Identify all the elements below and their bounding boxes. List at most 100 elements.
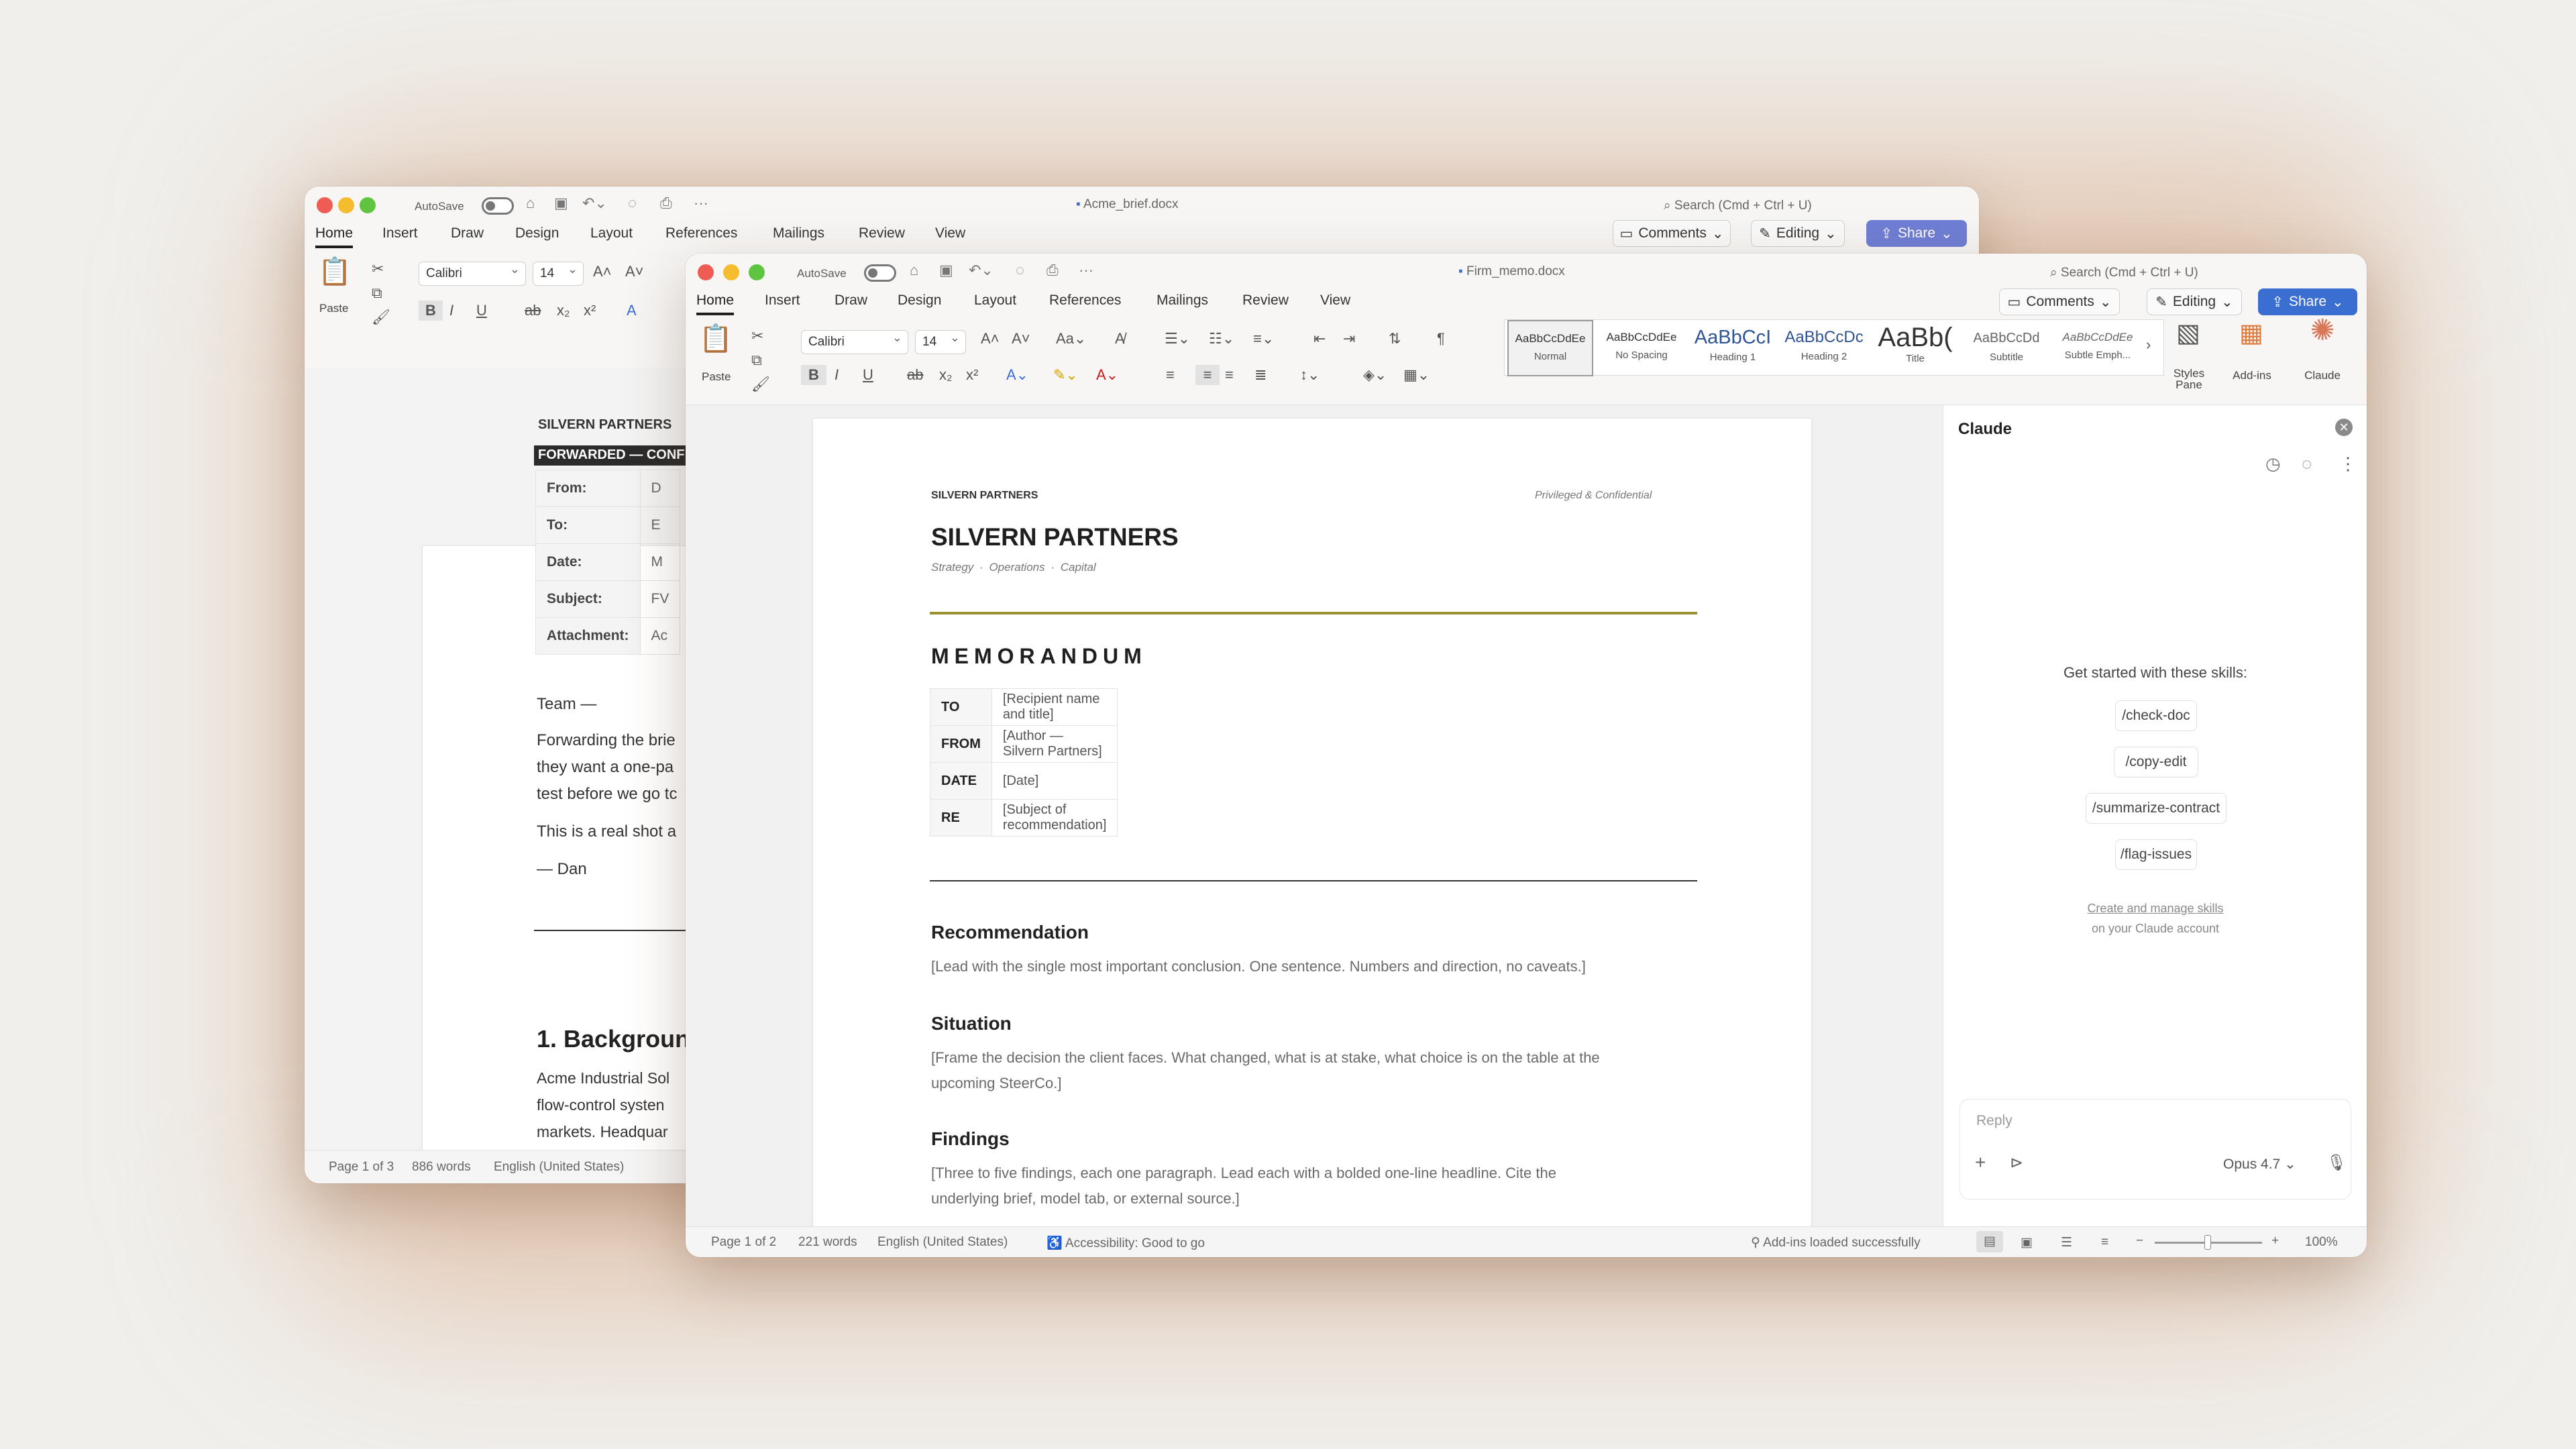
- shrink-font-icon[interactable]: A˅: [625, 262, 644, 282]
- tab-layout[interactable]: Layout: [590, 225, 633, 241]
- word-count[interactable]: 886 words: [412, 1160, 471, 1175]
- skills-icon[interactable]: ⊳: [2010, 1153, 2023, 1173]
- outline-view-icon[interactable]: ☰: [2061, 1235, 2072, 1250]
- clear-formatting-icon[interactable]: A̸: [1115, 329, 1125, 349]
- tab-design[interactable]: Design: [515, 225, 559, 241]
- more-icon[interactable]: ···: [694, 195, 708, 212]
- tab-home[interactable]: Home: [696, 292, 735, 315]
- chevron-right-icon[interactable]: ›: [2146, 336, 2151, 354]
- align-right-icon[interactable]: ≡: [1225, 365, 1234, 385]
- align-left-icon[interactable]: ≡: [1166, 365, 1175, 385]
- undo-icon[interactable]: ↶⌄: [969, 262, 994, 279]
- strikethrough-icon[interactable]: ab: [525, 301, 541, 321]
- page-count[interactable]: Page 1 of 2: [711, 1235, 776, 1250]
- highlight-icon[interactable]: ✎⌄: [1053, 365, 1078, 385]
- copy-icon[interactable]: ⧉: [372, 283, 382, 303]
- editing-button[interactable]: ✎ Editing ⌄: [1751, 220, 1845, 247]
- search-box[interactable]: ⌕ Search (Cmd + Ctrl + U): [2050, 266, 2198, 280]
- tab-references[interactable]: References: [1049, 292, 1121, 309]
- section-line[interactable]: [Frame the decision the client faces. Wh…: [931, 1049, 1600, 1067]
- maximize-window-button[interactable]: [360, 197, 376, 213]
- text-effects-icon[interactable]: A⌄: [1006, 365, 1028, 385]
- more-icon[interactable]: ···: [1079, 262, 1093, 279]
- copy-icon[interactable]: ⧉: [751, 350, 762, 370]
- save-icon[interactable]: ▣: [939, 262, 953, 279]
- close-window-button[interactable]: [317, 197, 333, 213]
- tab-view[interactable]: View: [1320, 292, 1350, 309]
- draft-view-icon[interactable]: ≡: [2101, 1235, 2108, 1250]
- new-chat-icon[interactable]: ◌: [2302, 453, 2312, 474]
- styles-pane-icon[interactable]: ▧: [2168, 321, 2208, 346]
- close-icon[interactable]: ✕: [2335, 419, 2353, 436]
- strikethrough-icon[interactable]: ab: [907, 365, 923, 385]
- editing-button[interactable]: ✎ Editing ⌄: [2147, 288, 2242, 315]
- grow-font-icon[interactable]: A˄: [981, 329, 1000, 349]
- tab-insert[interactable]: Insert: [765, 292, 800, 309]
- claude-icon[interactable]: ✺: [2302, 316, 2343, 345]
- bold-icon[interactable]: B: [801, 365, 826, 385]
- borders-icon[interactable]: ▦⌄: [1403, 365, 1430, 385]
- comments-button[interactable]: ▭ Comments ⌄: [1613, 220, 1731, 247]
- tab-mailings[interactable]: Mailings: [1157, 292, 1208, 309]
- bold-icon[interactable]: B: [419, 301, 443, 321]
- multilevel-list-icon[interactable]: ≡⌄: [1253, 329, 1274, 349]
- align-center-icon[interactable]: ≡: [1195, 365, 1220, 385]
- section-line[interactable]: upcoming SteerCo.]: [931, 1075, 1061, 1092]
- section-line[interactable]: underlying brief, model tab, or external…: [931, 1190, 1240, 1208]
- zoom-slider-thumb[interactable]: [2204, 1235, 2211, 1250]
- change-case-icon[interactable]: Aa⌄: [1056, 329, 1086, 349]
- home-icon[interactable]: ⌂: [910, 262, 918, 279]
- italic-icon[interactable]: I: [835, 365, 839, 385]
- redo-icon[interactable]: ◌: [1016, 262, 1024, 279]
- underline-icon[interactable]: U: [476, 301, 487, 321]
- zoom-in-button[interactable]: +: [2271, 1234, 2279, 1248]
- format-painter-icon[interactable]: 🖌: [372, 307, 390, 327]
- tab-draw[interactable]: Draw: [835, 292, 867, 309]
- underline-icon[interactable]: U: [863, 365, 873, 385]
- font-name-select[interactable]: Calibri: [801, 330, 908, 354]
- add-ins-icon[interactable]: ▦: [2231, 321, 2271, 346]
- tab-review[interactable]: Review: [1242, 292, 1289, 309]
- reply-box[interactable]: Reply + ⊳ Opus 4.7 ⌄ 🎙: [1960, 1099, 2351, 1199]
- sort-icon[interactable]: ⇅: [1389, 329, 1401, 349]
- microphone-icon[interactable]: 🎙: [2326, 1153, 2347, 1173]
- minimize-window-button[interactable]: [723, 264, 739, 280]
- font-size-select[interactable]: 14: [533, 262, 584, 286]
- accessibility-status[interactable]: ♿ Accessibility: Good to go: [1046, 1235, 1205, 1251]
- close-window-button[interactable]: [698, 264, 714, 280]
- manage-skills-link[interactable]: Create and manage skills: [1943, 902, 2367, 916]
- minimize-window-button[interactable]: [338, 197, 354, 213]
- more-options-icon[interactable]: ⋮: [2339, 453, 2357, 474]
- comments-button[interactable]: ▭ Comments ⌄: [1999, 288, 2120, 315]
- superscript-icon[interactable]: x²: [966, 365, 978, 385]
- style-no-spacing[interactable]: AaBbCcDdEe No Spacing: [1597, 320, 1686, 376]
- bullets-icon[interactable]: ☰⌄: [1165, 329, 1190, 349]
- tab-view[interactable]: View: [935, 225, 965, 241]
- justify-icon[interactable]: ≣: [1254, 365, 1267, 385]
- tab-design[interactable]: Design: [898, 292, 941, 309]
- shrink-font-icon[interactable]: A˅: [1012, 329, 1030, 349]
- tab-layout[interactable]: Layout: [974, 292, 1016, 309]
- cut-icon[interactable]: ✂: [751, 326, 763, 346]
- increase-indent-icon[interactable]: ⇥: [1343, 329, 1355, 349]
- line-spacing-icon[interactable]: ↕⌄: [1300, 365, 1320, 385]
- paste-icon[interactable]: 📋: [699, 325, 733, 352]
- style-subtitle[interactable]: AaBbCcDd Subtitle: [1962, 320, 2051, 376]
- font-size-select[interactable]: 14: [915, 330, 966, 354]
- tab-insert[interactable]: Insert: [382, 225, 418, 241]
- share-button[interactable]: ⇪ Share ⌄: [1866, 220, 1967, 247]
- maximize-window-button[interactable]: [749, 264, 765, 280]
- history-icon[interactable]: ◷: [2265, 453, 2281, 474]
- italic-icon[interactable]: I: [449, 301, 453, 321]
- print-icon[interactable]: ⎙: [660, 195, 672, 212]
- skill-check-doc[interactable]: /check-doc: [2115, 700, 2197, 731]
- decrease-indent-icon[interactable]: ⇤: [1313, 329, 1326, 349]
- format-painter-icon[interactable]: 🖌: [751, 374, 770, 394]
- style-subtle-emphasis[interactable]: AaBbCcDdEe Subtle Emph...: [2053, 320, 2142, 376]
- superscript-icon[interactable]: x²: [584, 301, 596, 321]
- style-normal[interactable]: AaBbCcDdEe Normal: [1507, 320, 1593, 376]
- skill-flag-issues[interactable]: /flag-issues: [2115, 839, 2197, 870]
- section-line[interactable]: [Lead with the single most important con…: [931, 958, 1586, 975]
- zoom-level[interactable]: 100%: [2305, 1235, 2338, 1250]
- autosave-toggle[interactable]: [482, 197, 514, 215]
